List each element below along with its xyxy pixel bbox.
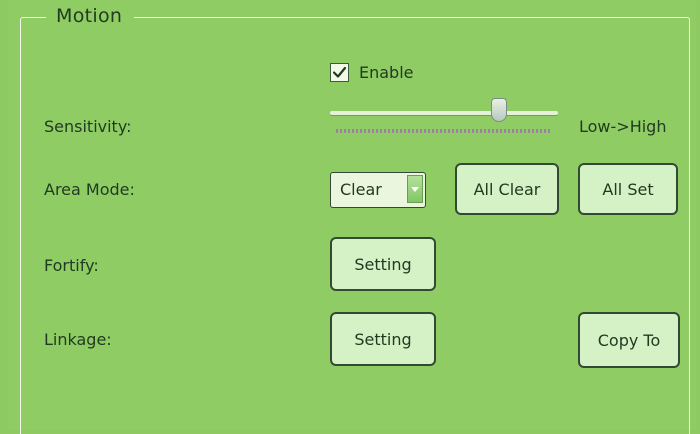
fortify-setting-button[interactable]: Setting bbox=[330, 237, 436, 291]
sensitivity-label: Sensitivity: bbox=[44, 117, 132, 136]
enable-checkbox[interactable] bbox=[330, 63, 349, 82]
linkage-label: Linkage: bbox=[44, 330, 112, 349]
copy-to-button[interactable]: Copy To bbox=[578, 312, 680, 368]
area-mode-selected-value: Clear bbox=[340, 180, 382, 199]
motion-panel: Motion Enable Sensitivity: Low->High Are… bbox=[8, 0, 696, 434]
slider-ticks bbox=[336, 129, 552, 133]
all-set-button[interactable]: All Set bbox=[578, 163, 678, 215]
dropdown-arrow-icon[interactable] bbox=[407, 175, 423, 203]
fortify-label: Fortify: bbox=[44, 256, 99, 275]
sensitivity-slider-thumb[interactable] bbox=[490, 98, 507, 122]
group-frame bbox=[20, 17, 690, 434]
area-mode-select[interactable]: Clear bbox=[330, 172, 426, 208]
group-title: Motion bbox=[46, 2, 135, 30]
sensitivity-slider-track[interactable] bbox=[330, 111, 558, 115]
sensitivity-range-hint: Low->High bbox=[579, 117, 667, 136]
enable-label: Enable bbox=[359, 63, 414, 82]
area-mode-label: Area Mode: bbox=[44, 180, 135, 199]
checkmark-icon bbox=[332, 66, 347, 78]
linkage-setting-button[interactable]: Setting bbox=[330, 312, 436, 366]
all-clear-button[interactable]: All Clear bbox=[455, 163, 559, 215]
